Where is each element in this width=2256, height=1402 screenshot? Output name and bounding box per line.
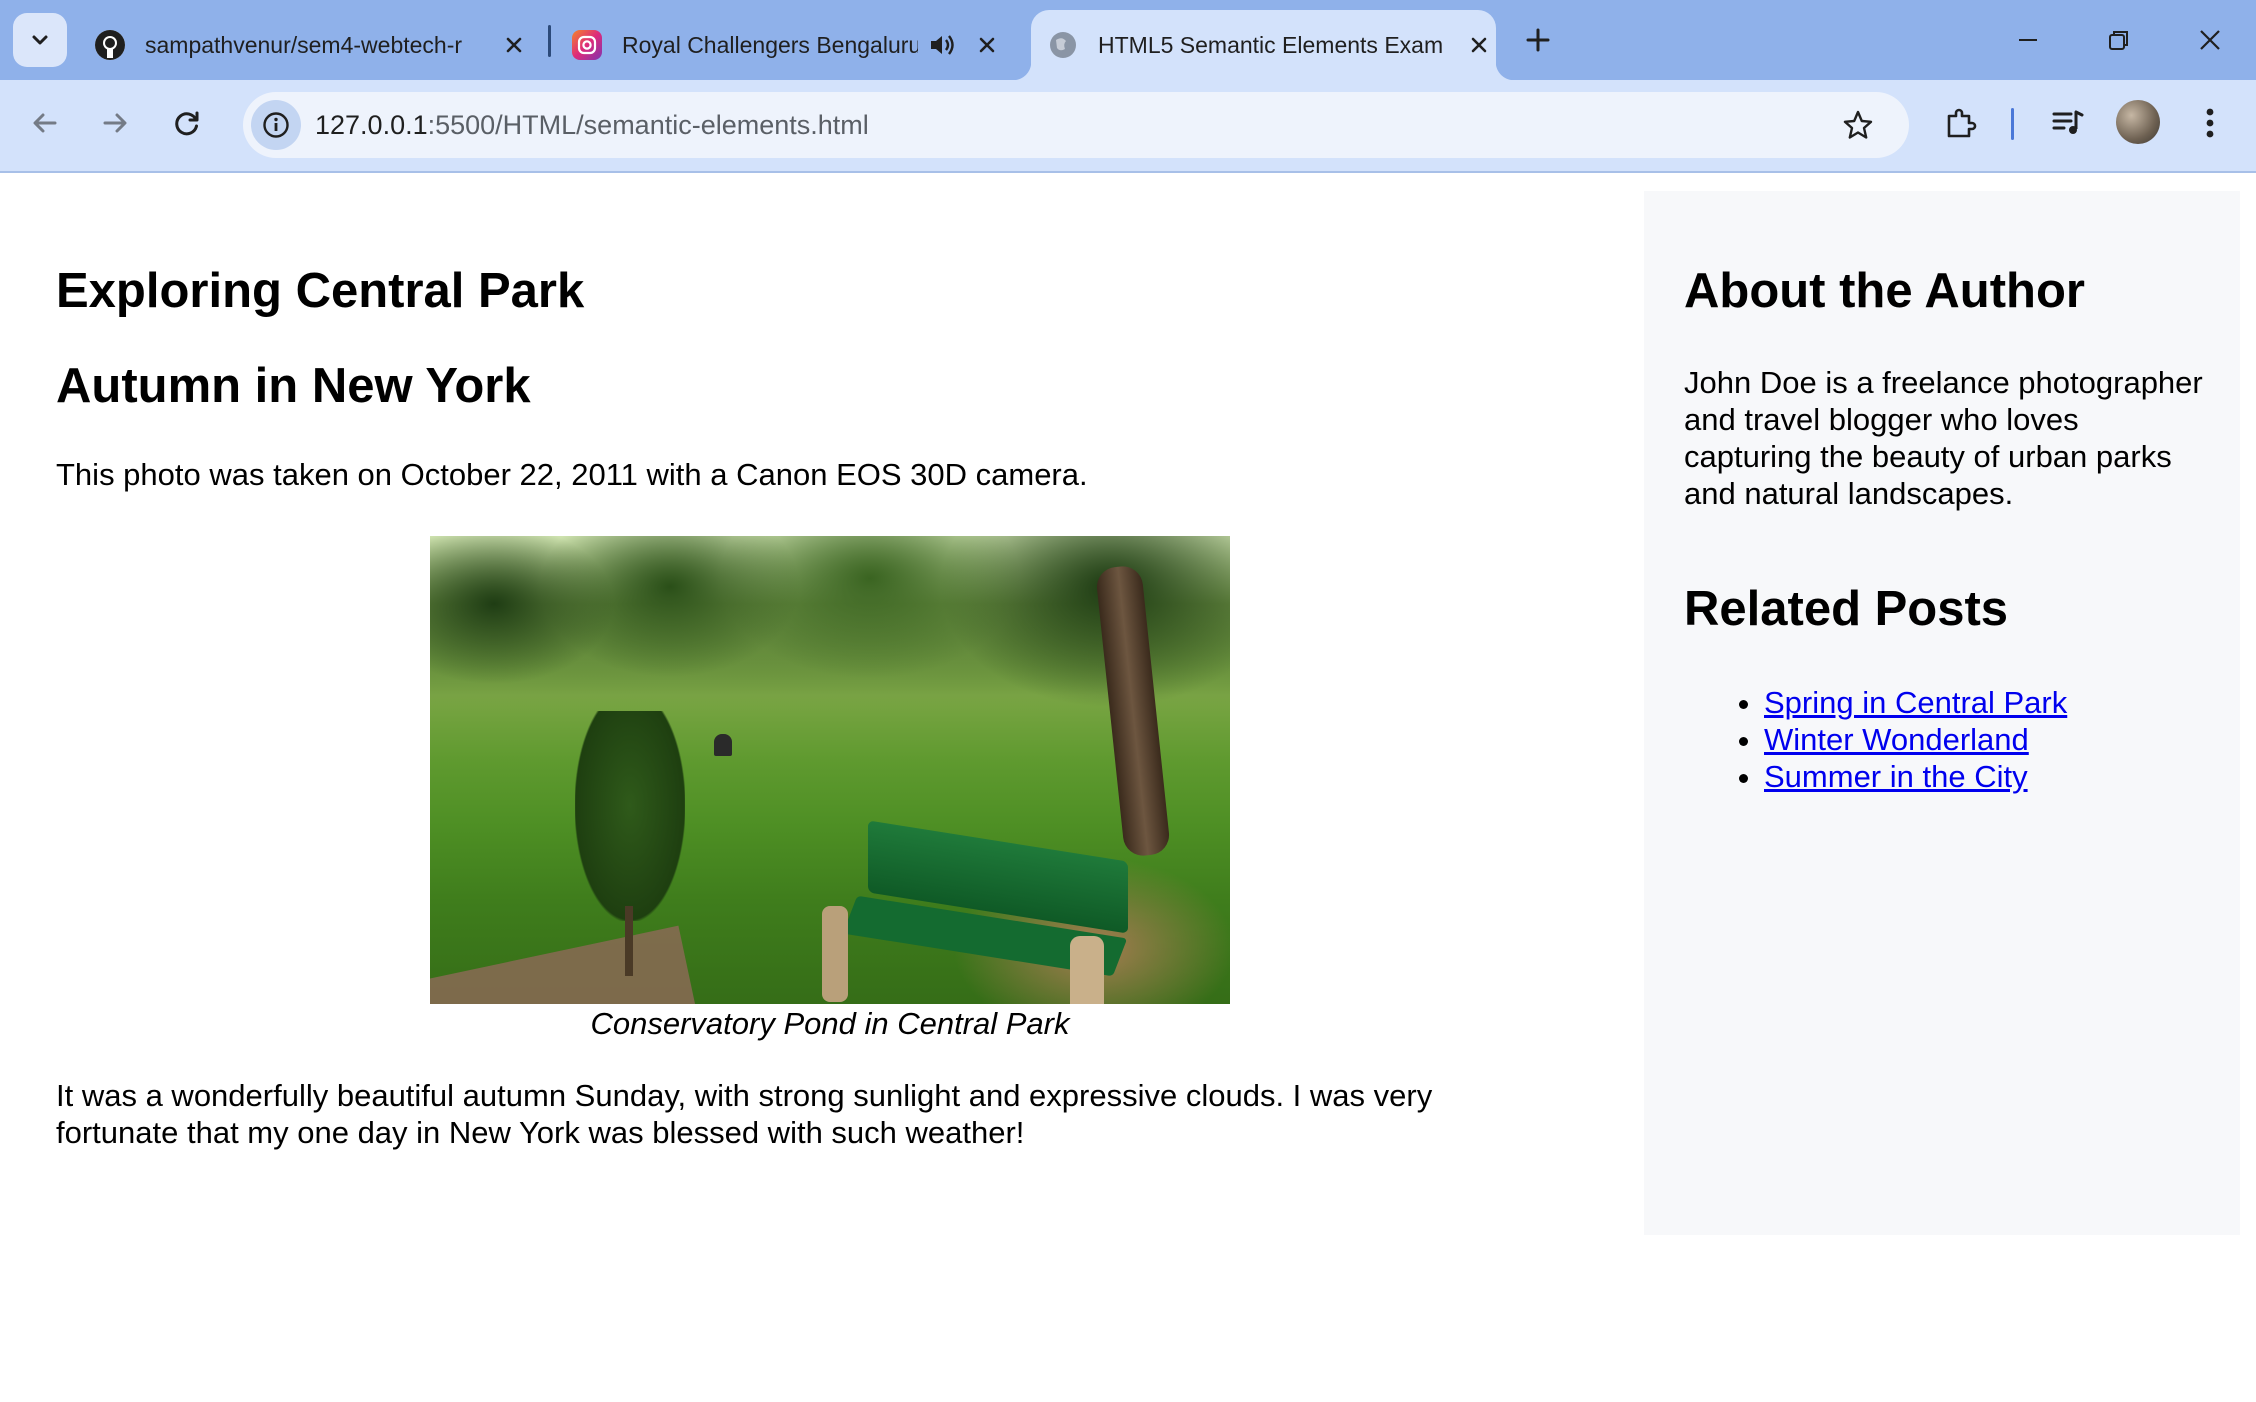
puzzle-icon bbox=[1947, 108, 1977, 138]
close-icon[interactable] bbox=[497, 28, 531, 62]
restore-icon bbox=[2109, 31, 2128, 50]
about-heading: About the Author bbox=[1684, 264, 2085, 318]
photo-path bbox=[430, 925, 696, 1004]
extensions-button[interactable] bbox=[1936, 98, 1986, 148]
media-controls-button[interactable] bbox=[2043, 98, 2093, 148]
photo-small-tree-trunk bbox=[625, 906, 633, 976]
more-vertical-icon bbox=[2206, 108, 2214, 138]
tab-rcb[interactable]: Royal Challengers Bengaluru bbox=[572, 10, 1004, 80]
minimize-icon bbox=[2019, 39, 2037, 41]
list-item: Spring in Central Park bbox=[1764, 684, 2067, 721]
sidebar: About the Author John Doe is a freelance… bbox=[1644, 191, 2240, 1235]
browser-menu-button[interactable] bbox=[2185, 98, 2235, 148]
figure: Conservatory Pond in Central Park bbox=[430, 536, 1230, 1044]
info-icon bbox=[263, 112, 289, 138]
arrow-right-icon bbox=[103, 113, 127, 133]
related-link-spring[interactable]: Spring in Central Park bbox=[1764, 685, 2067, 720]
close-icon[interactable] bbox=[970, 28, 1004, 62]
reload-icon bbox=[175, 111, 199, 136]
photo-small-tree bbox=[575, 711, 685, 921]
back-button[interactable] bbox=[20, 98, 70, 148]
new-tab-button[interactable] bbox=[1518, 18, 1558, 62]
about-text: John Doe is a freelance photographer and… bbox=[1684, 365, 2203, 511]
site-info-button[interactable] bbox=[251, 100, 301, 150]
plus-icon bbox=[1526, 28, 1550, 52]
close-icon[interactable] bbox=[1462, 28, 1496, 62]
list-item: Summer in the City bbox=[1764, 758, 2067, 795]
address-bar[interactable]: 127.0.0.1:5500/HTML/semantic-elements.ht… bbox=[243, 92, 1909, 158]
github-icon bbox=[95, 30, 125, 60]
related-heading: Related Posts bbox=[1684, 582, 2009, 636]
browser-chrome: sampathvenur/sem4-webtech-r Royal Challe… bbox=[0, 0, 2256, 173]
profile-avatar[interactable] bbox=[2116, 100, 2160, 144]
figure-caption: Conservatory Pond in Central Park bbox=[590, 1006, 1070, 1041]
related-link-winter[interactable]: Winter Wonderland bbox=[1764, 722, 2029, 757]
article-body: It was a wonderfully beautiful autumn Su… bbox=[56, 1078, 1433, 1150]
url-text[interactable]: 127.0.0.1:5500/HTML/semantic-elements.ht… bbox=[315, 110, 869, 141]
related-link-summer[interactable]: Summer in the City bbox=[1764, 759, 2028, 794]
photo-bench-leg bbox=[822, 906, 848, 1002]
toolbar-divider bbox=[2011, 108, 2014, 140]
minimize-button[interactable] bbox=[1998, 14, 2058, 66]
tab-strip: sampathvenur/sem4-webtech-r Royal Challe… bbox=[0, 0, 2256, 80]
tab-title: sampathvenur/sem4-webtech-r bbox=[145, 31, 463, 58]
tab-github[interactable]: sampathvenur/sem4-webtech-r bbox=[95, 10, 531, 80]
instagram-icon bbox=[572, 30, 602, 60]
article-subtitle: Autumn in New York bbox=[56, 359, 531, 413]
chevron-down-icon bbox=[32, 35, 48, 45]
tab-semantic-elements[interactable]: HTML5 Semantic Elements Exam bbox=[1013, 10, 1514, 80]
bookmark-star-icon[interactable] bbox=[1839, 106, 1877, 144]
close-window-button[interactable] bbox=[2180, 14, 2240, 66]
photo-bench-leg bbox=[1070, 936, 1104, 1004]
tab-separator bbox=[548, 25, 551, 57]
page-viewport: Exploring Central Park Autumn in New Yor… bbox=[0, 175, 2256, 1402]
restore-button[interactable] bbox=[2089, 14, 2149, 66]
article-title: Exploring Central Park bbox=[56, 264, 585, 318]
reload-button[interactable] bbox=[162, 98, 212, 148]
speaker-icon[interactable] bbox=[926, 28, 960, 62]
media-playlist-icon bbox=[2052, 110, 2084, 134]
forward-button[interactable] bbox=[90, 98, 140, 148]
park-photo bbox=[430, 536, 1230, 1004]
related-posts-list: Spring in Central Park Winter Wonderland… bbox=[1764, 684, 2067, 795]
tab-title: HTML5 Semantic Elements Exam bbox=[1098, 31, 1444, 58]
tab-search-button[interactable] bbox=[13, 13, 67, 67]
browser-toolbar: 127.0.0.1:5500/HTML/semantic-elements.ht… bbox=[0, 80, 2256, 173]
url-host: 127.0.0.1 bbox=[315, 110, 428, 140]
photo-person bbox=[714, 734, 732, 756]
list-item: Winter Wonderland bbox=[1764, 721, 2067, 758]
arrow-left-icon bbox=[33, 113, 57, 133]
tab-title: Royal Challengers Bengaluru bbox=[622, 31, 918, 58]
article-intro: This photo was taken on October 22, 2011… bbox=[56, 457, 1088, 492]
globe-icon bbox=[1048, 30, 1078, 60]
close-icon bbox=[2200, 30, 2220, 50]
url-path: :5500/HTML/semantic-elements.html bbox=[427, 110, 869, 140]
